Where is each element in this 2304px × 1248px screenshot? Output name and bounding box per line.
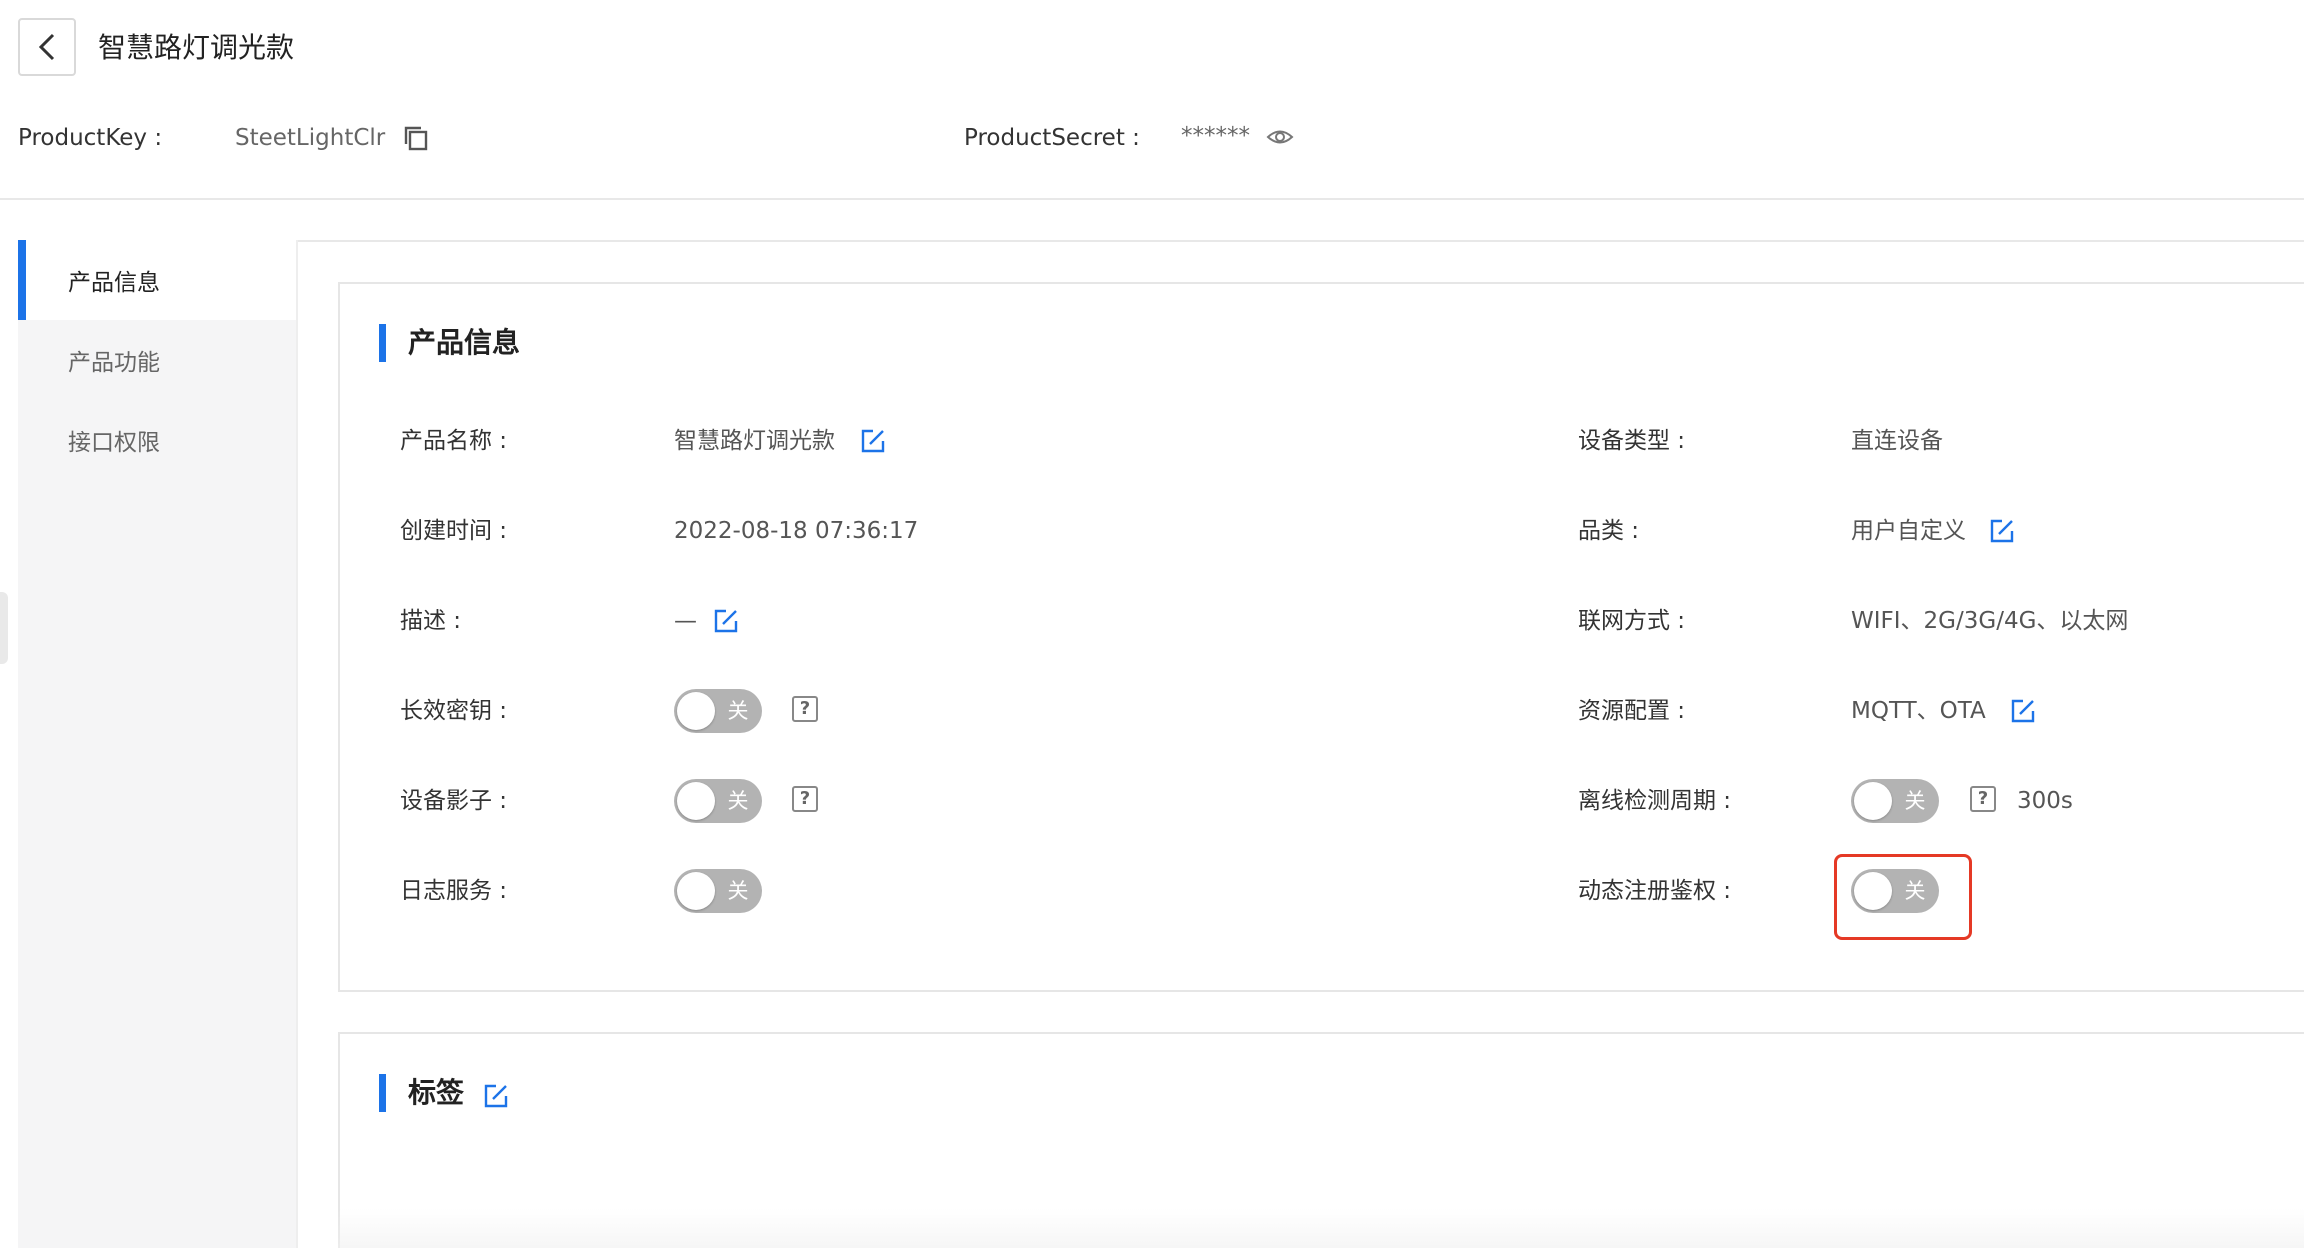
field-value-category: 用户自定义 — [1851, 518, 1966, 544]
field-value-created-time: 2022-08-18 07:36:17 — [674, 518, 919, 544]
edit-icon[interactable] — [713, 608, 739, 634]
toggle-knob — [677, 692, 715, 730]
product-key-value: SteetLightClr — [235, 125, 386, 151]
field-label-long-term-key: 长效密钥 : — [400, 698, 508, 724]
field-value-product-name: 智慧路灯调光款 — [674, 428, 835, 454]
toggle-text: 关 — [727, 699, 749, 723]
field-label-created-time: 创建时间 : — [400, 518, 508, 544]
page-title: 智慧路灯调光款 — [98, 31, 295, 64]
field-label-offline-check-period: 离线检测周期 : — [1578, 788, 1732, 814]
sidebar: 产品信息 产品功能 接口权限 — [18, 240, 298, 1248]
header-divider — [0, 198, 2304, 200]
highlight-annotation-box — [1834, 854, 1972, 940]
field-label-description: 描述 : — [400, 608, 462, 634]
sidebar-item-api-permissions[interactable]: 接口权限 — [18, 400, 296, 480]
field-value-description: — — [674, 608, 697, 634]
edit-icon[interactable] — [2010, 698, 2036, 724]
long-term-key-toggle[interactable]: 关 — [674, 689, 762, 733]
sidebar-item-product-info[interactable]: 产品信息 — [18, 240, 296, 320]
sidebar-item-label: 产品信息 — [68, 270, 160, 296]
toggle-text: 关 — [727, 789, 749, 813]
sidebar-item-product-functions[interactable]: 产品功能 — [18, 320, 296, 400]
field-value-device-type: 直连设备 — [1851, 428, 1943, 454]
field-label-dynamic-register-auth: 动态注册鉴权 : — [1578, 878, 1732, 904]
field-label-log-service: 日志服务 : — [400, 878, 508, 904]
section-accent-bar — [379, 1074, 386, 1112]
toggle-knob — [677, 782, 715, 820]
help-icon[interactable]: ? — [1970, 786, 1996, 812]
bottom-fade — [338, 1208, 2304, 1248]
edit-icon[interactable] — [1989, 518, 2015, 544]
toggle-knob — [1854, 782, 1892, 820]
field-label-device-type: 设备类型 : — [1578, 428, 1686, 454]
back-button[interactable] — [18, 18, 76, 76]
field-value-resource-config: MQTT、OTA — [1851, 698, 1986, 724]
field-label-category: 品类 : — [1578, 518, 1640, 544]
field-label-product-name: 产品名称 : — [400, 428, 508, 454]
copy-icon[interactable] — [402, 124, 430, 152]
product-secret-value: ****** — [1181, 123, 1250, 149]
toggle-knob — [677, 872, 715, 910]
help-icon[interactable]: ? — [792, 696, 818, 722]
sidebar-item-label: 产品功能 — [68, 350, 160, 376]
field-label-device-shadow: 设备影子 : — [400, 788, 508, 814]
help-icon[interactable]: ? — [792, 786, 818, 812]
toggle-text: 关 — [727, 879, 749, 903]
field-label-network-type: 联网方式 : — [1578, 608, 1686, 634]
section-title-product-info: 产品信息 — [408, 326, 521, 359]
log-service-toggle[interactable]: 关 — [674, 869, 762, 913]
product-secret-label: ProductSecret : — [964, 125, 1140, 151]
offline-check-toggle[interactable]: 关 — [1851, 779, 1939, 823]
chevron-left-icon — [38, 33, 55, 61]
product-key-label: ProductKey : — [18, 125, 163, 151]
left-edge-handle[interactable] — [0, 592, 8, 664]
section-title-tags: 标签 — [408, 1076, 465, 1109]
section-accent-bar — [379, 324, 386, 362]
edit-icon[interactable] — [483, 1083, 509, 1109]
toggle-text: 关 — [1904, 789, 1926, 813]
sidebar-item-label: 接口权限 — [68, 430, 160, 456]
eye-icon[interactable] — [1266, 126, 1294, 148]
device-shadow-toggle[interactable]: 关 — [674, 779, 762, 823]
offline-check-period-value: 300s — [2017, 788, 2073, 814]
field-label-resource-config: 资源配置 : — [1578, 698, 1686, 724]
edit-icon[interactable] — [860, 428, 886, 454]
field-value-network-type: WIFI、2G/3G/4G、以太网 — [1851, 608, 2129, 634]
